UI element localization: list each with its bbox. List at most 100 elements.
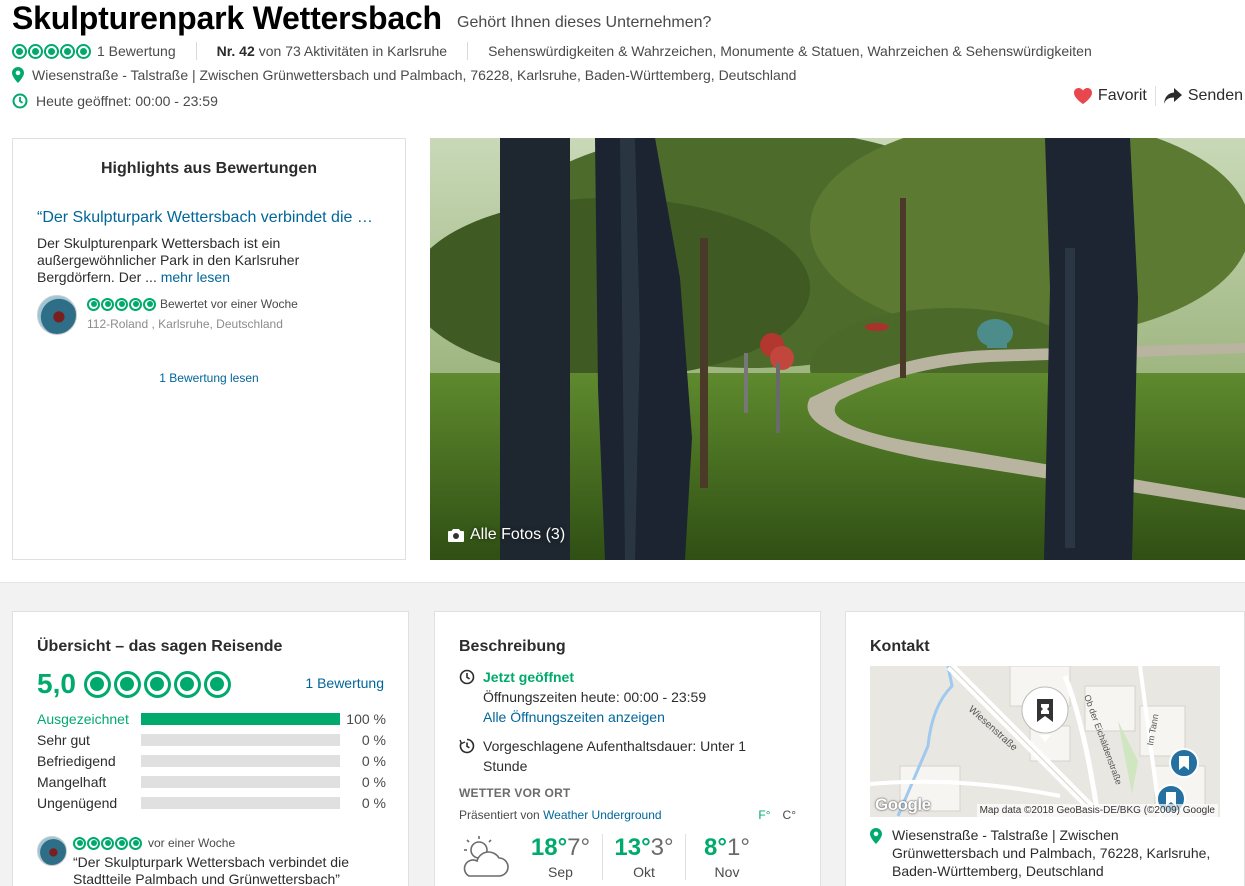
forecast-month-label: Sep (548, 864, 573, 880)
description-card: Beschreibung Jetzt geöffnet Öffnungszeit… (434, 611, 821, 886)
unit-celsius[interactable]: C° (783, 808, 796, 822)
rating-percent: 0 % (361, 731, 386, 748)
overview-review-snippet: vor einer Woche “Der Skulpturpark Wetter… (37, 836, 373, 886)
forecast-low: 3° (650, 834, 674, 861)
weather-heading: WETTER VOR ORT (459, 786, 571, 800)
contact-address-text[interactable]: Wiesenstraße - Talstraße | Zwischen Grün… (892, 826, 1222, 880)
rating-bubbles (12, 43, 91, 59)
all-photos-link[interactable]: Alle Fotos (3) (448, 526, 565, 544)
category-list[interactable]: Sehenswürdigkeiten & Wahrzeichen, Monume… (488, 43, 1092, 59)
header-actions: Favorit Senden (1073, 86, 1243, 106)
camera-icon (448, 529, 464, 542)
open-now-status: Jetzt geöffnet (483, 669, 574, 685)
map-pin-icon (12, 67, 24, 83)
score-bubbles (83, 670, 231, 698)
hours-row: Heute geöffnet: 00:00 - 23:59 (12, 93, 218, 109)
forecast-month: 18°7° Sep (519, 834, 602, 880)
heart-icon (1073, 88, 1092, 104)
forecast-month-label: Nov (714, 864, 740, 880)
google-logo: Google (875, 795, 931, 814)
address-text[interactable]: Wiesenstraße - Talstraße | Zwischen Grün… (32, 67, 796, 83)
overview-review-count-link[interactable]: 1 Bewertung (305, 675, 384, 691)
rating-bar (141, 775, 340, 788)
weather-source-link[interactable]: Weather Underground (543, 808, 662, 822)
duration-icon (459, 738, 475, 754)
rating-label: Mangelhaft (37, 773, 107, 790)
rank-context[interactable]: von 73 Aktivitäten in Karlsruhe (259, 43, 447, 59)
highlights-title: Highlights aus Bewertungen (100, 160, 317, 177)
weather-attribution: Präsentiert von Weather Underground (459, 808, 662, 822)
opening-hours-block: Jetzt geöffnet Öffnungszeiten heute: 00:… (459, 667, 706, 727)
score-number: 5,0 (37, 668, 76, 699)
claim-business-link[interactable]: Gehört Ihnen dieses Unternehmen? (457, 14, 711, 32)
reviewer-name-location[interactable]: 112-Roland , Karlsruhe, Deutschland (87, 317, 298, 331)
address-row: Wiesenstraße - Talstraße | Zwischen Grün… (12, 67, 796, 83)
forecast-high: 13° (614, 834, 651, 861)
contact-address: Wiesenstraße - Talstraße | Zwischen Grün… (870, 826, 1222, 880)
overall-score: 5,0 (37, 668, 231, 700)
forecast-month-label: Okt (633, 864, 655, 880)
all-hours-link[interactable]: Alle Öffnungszeiten anzeigen (483, 707, 706, 727)
favorite-button[interactable]: Favorit (1073, 87, 1147, 105)
rating-bar (141, 712, 340, 725)
clock-icon (12, 93, 28, 109)
rating-label: Ungenügend (37, 794, 118, 811)
suggested-duration: Vorgeschlagene Aufenthaltsdauer: Unter 1… (459, 736, 779, 776)
rating-bar (141, 796, 340, 809)
rating-percent: 0 % (361, 794, 386, 811)
review-date: Bewertet vor einer Woche (160, 297, 298, 311)
rating-filter-average[interactable]: Befriedigend 0 % (37, 750, 386, 771)
review-count-link[interactable]: 1 Bewertung (97, 43, 176, 59)
nearby-attraction-marker-icon[interactable] (1169, 748, 1199, 778)
review-highlights-card: Highlights aus Bewertungen “Der Skulptur… (12, 138, 406, 560)
rating-filter-terrible[interactable]: Ungenügend 0 % (37, 792, 386, 813)
forecast-high: 18° (530, 834, 568, 861)
snippet-date: vor einer Woche (148, 836, 236, 850)
contact-title: Kontakt (870, 638, 930, 655)
map-pin-icon (870, 828, 882, 844)
clock-icon (459, 669, 475, 685)
avatar[interactable] (37, 295, 77, 335)
hours-text[interactable]: Heute geöffnet: 00:00 - 23:59 (36, 93, 218, 109)
rank-number: Nr. 42 (216, 43, 255, 59)
overview-title: Übersicht – das sagen Reisende (37, 638, 283, 655)
rating-filter-excellent[interactable]: Ausgezeichnet 100 % (37, 708, 386, 729)
snippet-quote-link[interactable]: “Der Skulpturpark Wettersbach verbindet … (73, 854, 373, 886)
avatar[interactable] (37, 836, 67, 866)
rating-bar (141, 733, 340, 746)
read-reviews-link[interactable]: 1 Bewertung lesen (13, 371, 405, 385)
snippet-rating-bubbles (73, 836, 142, 850)
highlight-reviewer: Bewertet vor einer Woche 112-Roland , Ka… (37, 295, 298, 335)
weather-presented-label: Präsentiert von (459, 808, 540, 822)
rating-label: Ausgezeichnet (37, 710, 129, 727)
weather-forecast: 18°7° Sep 13°3° Okt 8°1° Nov (459, 834, 768, 880)
hero-photo[interactable]: Alle Fotos (3) (430, 138, 1245, 560)
favorite-label: Favorit (1097, 87, 1147, 104)
unit-fahrenheit[interactable]: F° (758, 808, 770, 822)
rating-filter-very-good[interactable]: Sehr gut 0 % (37, 729, 386, 750)
page-title: Skulpturenpark Wettersbach (12, 0, 442, 36)
contact-card: Kontakt Wiesenstraße Ob der Eichäldenstr… (845, 611, 1245, 886)
description-title: Beschreibung (459, 638, 566, 655)
overview-card: Übersicht – das sagen Reisende 5,0 1 Bew… (12, 611, 409, 886)
rating-summary: 1 Bewertung Nr. 42 von 73 Aktivitäten in… (12, 42, 1092, 60)
all-photos-label: Alle Fotos (3) (470, 526, 566, 543)
forecast-low: 1° (727, 834, 750, 861)
share-arrow-icon (1163, 88, 1182, 104)
actions-divider (1154, 86, 1156, 106)
location-marker-icon[interactable] (1019, 686, 1071, 742)
share-button[interactable]: Senden (1163, 87, 1243, 105)
highlight-excerpt: Der Skulpturenpark Wettersbach ist ein a… (37, 235, 367, 286)
read-more-link[interactable]: mehr lesen (161, 269, 230, 285)
forecast-high: 8° (704, 834, 727, 861)
rating-label: Sehr gut (37, 731, 90, 748)
location-map[interactable]: Wiesenstraße Ob der Eichäldenstraße Im T… (870, 666, 1220, 817)
rating-percent: 0 % (361, 752, 386, 769)
map-attribution[interactable]: Map data ©2018 GeoBasis-DE/BKG (©2009) G… (976, 804, 1218, 817)
rating-filter-poor[interactable]: Mangelhaft 0 % (37, 771, 386, 792)
rating-bar (141, 754, 340, 767)
highlight-quote-link[interactable]: “Der Skulpturpark Wettersbach verbindet … (37, 209, 377, 227)
forecast-low: 7° (567, 834, 591, 861)
forecast-month: 8°1° Nov (685, 834, 768, 880)
rating-label: Befriedigend (37, 752, 116, 769)
